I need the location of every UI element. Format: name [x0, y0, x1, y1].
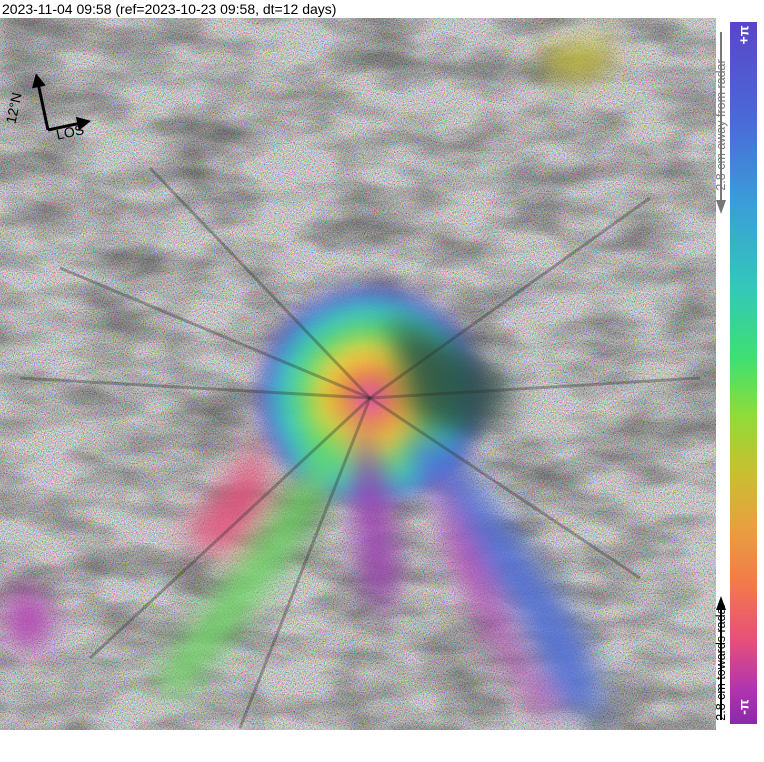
away-label: 2.8 cm away from radar: [714, 59, 728, 191]
towards-label: 2.8 cm towards radar: [714, 603, 728, 721]
colorbar-gradient: [730, 22, 757, 724]
figure-title: 2023-11-04 09:58 (ref=2023-10-23 09:58, …: [2, 1, 337, 17]
colorbar-min-label: -π: [735, 699, 752, 715]
colorbar: 2.8 cm away from radar 2.8 cm towards ra…: [714, 18, 764, 730]
north-arrow-icon: [32, 73, 92, 132]
colorbar-max-label: +π: [735, 25, 752, 45]
interferogram-image: 12°N LOS: [0, 18, 716, 730]
